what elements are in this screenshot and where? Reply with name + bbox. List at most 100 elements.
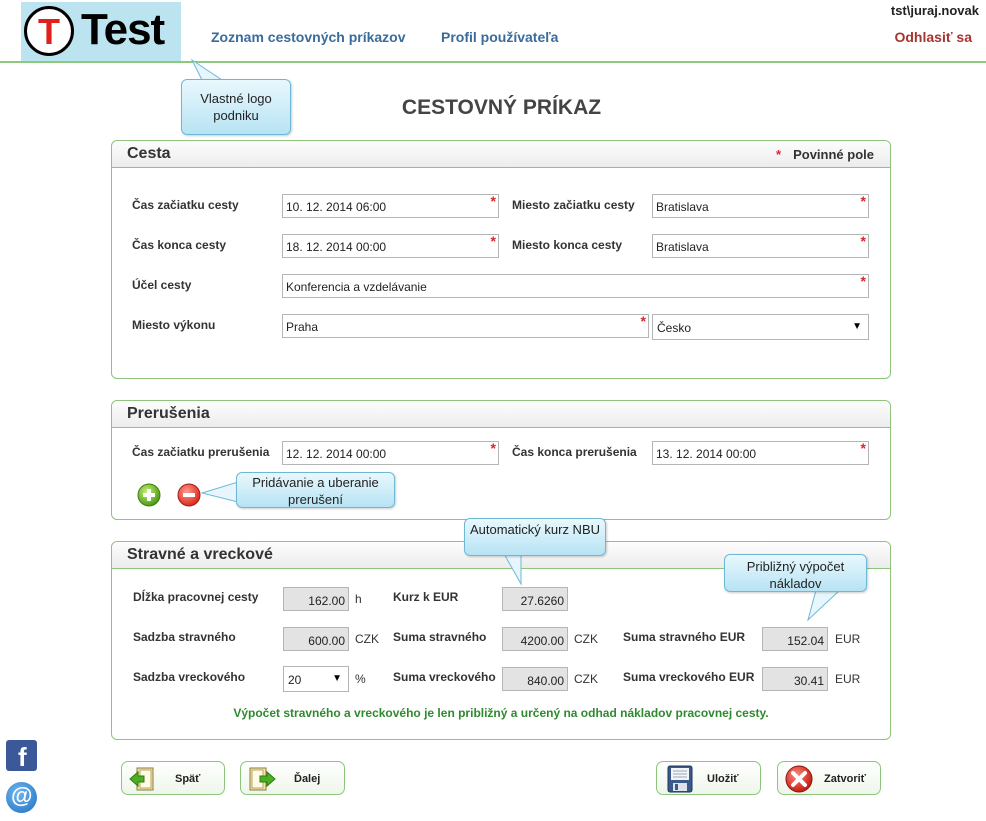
save-button[interactable]: Uložiť [656,761,761,795]
book-next-icon [249,767,276,791]
start-place-input[interactable]: Bratislava * [652,193,869,218]
pocket-sum-label: Suma vreckového [393,670,496,684]
nav-trip-orders[interactable]: Zoznam cestovných príkazov [211,29,406,45]
exchange-rate-label: Kurz k EUR [393,590,459,604]
meal-eur-unit: EUR [835,632,861,646]
required-star: * [860,273,866,289]
facebook-glyph: f [18,742,27,772]
end-time-input[interactable]: 18. 12. 2014 00:00 * [282,233,499,258]
close-button[interactable]: Zatvoriť [777,761,881,795]
start-time-label: Čas začiatku cesty [132,198,239,212]
required-star: * [490,440,496,456]
pocket-rate-value: 20 [288,673,302,687]
meal-rate-label: Sadzba stravného [133,630,236,644]
allowance-note: Výpočet stravného a vreckového je len pr… [233,706,769,720]
required-legend-label: Povinné pole [793,147,874,162]
back-button-label: Späť [175,773,201,785]
allowance-panel-title: Stravné a vreckové [127,546,273,563]
callout-interrupt-pointer [200,481,239,503]
meal-eur-value: 152.04 [762,627,828,651]
country-select[interactable]: Česko ▼ [652,314,869,340]
start-time-input[interactable]: 10. 12. 2014 06:00 * [282,193,499,218]
meal-eur-label: Suma stravného EUR [623,630,746,644]
pocket-rate-select[interactable]: 20 ▼ [283,666,349,692]
required-star: * [490,193,496,209]
meal-sum-unit: CZK [574,632,598,646]
required-legend: * Povinné pole [776,147,874,162]
interruption-start-input[interactable]: 12. 12. 2014 00:00 * [282,440,499,465]
end-place-input[interactable]: Bratislava * [652,233,869,258]
start-place-label: Miesto začiatku cesty [512,198,635,212]
header-divider [0,61,986,63]
required-star: * [860,193,866,209]
end-place-label: Miesto konca cesty [512,238,623,252]
interruptions-panel-header: Prerušenia [112,401,890,428]
required-star: * [490,233,496,249]
end-time-label: Čas konca cesty [132,238,227,252]
floppy-save-icon [667,765,693,793]
required-star: * [860,440,866,456]
page-title: CESTOVNÝ PRÍKAZ [401,96,602,119]
venue-label: Miesto výkonu [132,318,216,332]
meal-sum-label: Suma stravného [393,630,487,644]
dropdown-arrow-icon: ▼ [332,673,342,684]
close-x-icon [785,765,813,793]
pocket-eur-unit: EUR [835,672,861,686]
end-place-value: Bratislava [656,240,709,254]
company-logo: T Test [21,2,181,62]
required-star: * [776,147,782,162]
close-button-label: Zatvoriť [824,773,866,785]
interruption-start-value: 12. 12. 2014 00:00 [286,447,387,461]
venue-input[interactable]: Praha * [282,313,649,338]
interruption-end-input[interactable]: 13. 12. 2014 00:00 * [652,440,869,465]
duration-unit: h [355,592,362,606]
pocket-rate-unit: % [355,672,366,686]
trip-panel: Cesta * Povinné pole Čas začiatku cesty 1… [111,140,891,379]
interruption-end-value: 13. 12. 2014 00:00 [656,447,757,461]
callout-interrupt: Pridávanie a uberanie prerušení [236,472,395,508]
callout-estimate-pointer [807,589,842,622]
country-value: Česko [657,321,692,335]
meal-sum-value: 4200.00 [502,627,568,651]
save-button-label: Uložiť [707,773,739,785]
start-time-value: 10. 12. 2014 06:00 [286,200,387,214]
start-place-value: Bratislava [656,200,709,214]
callout-rate: Automatický kurz NBU [464,518,606,556]
email-icon[interactable]: @ [6,782,37,813]
venue-value: Praha [286,320,319,334]
next-button-label: Ďalej [294,773,321,785]
duration-label: Dĺžka pracovnej cesty [133,590,259,604]
required-star: * [640,313,646,329]
trip-panel-title: Cesta [127,145,171,162]
back-button[interactable]: Späť [121,761,225,795]
meal-rate-unit: CZK [355,632,379,646]
pocket-sum-value: 840.00 [502,667,568,691]
next-button[interactable]: Ďalej [240,761,345,795]
trip-panel-header: Cesta * Povinné pole [112,141,890,168]
current-user: tst\juraj.novak [890,3,979,18]
end-time-value: 18. 12. 2014 00:00 [286,240,387,254]
pocket-eur-value: 30.41 [762,667,828,691]
logo-word: Test [81,5,165,54]
remove-interruption-icon[interactable] [177,483,201,507]
required-star: * [860,233,866,249]
interruption-start-label: Čas začiatku prerušenia [132,445,270,459]
interruptions-panel-title: Prerušenia [127,405,210,422]
book-back-icon [129,767,154,791]
duration-value: 162.00 [283,587,349,611]
pocket-rate-label: Sadzba vreckového [133,670,246,684]
purpose-input[interactable]: Konferencia a vzdelávanie * [282,273,869,298]
dropdown-arrow-icon: ▼ [852,321,862,332]
logo-letter: T [38,11,60,52]
meal-rate-value: 600.00 [283,627,349,651]
nav-user-profile[interactable]: Profil používateľa [441,29,558,45]
interruption-end-label: Čas konca prerušenia [512,445,637,459]
facebook-icon[interactable]: f [6,740,37,772]
pocket-sum-unit: CZK [574,672,598,686]
logout-link[interactable]: Odhlasiť sa [894,29,972,45]
purpose-label: Účel cesty [132,278,192,292]
callout-estimate: Približný výpočet nákladov [724,554,867,592]
purpose-value: Konferencia a vzdelávanie [286,280,427,294]
exchange-rate-value: 27.6260 [502,587,568,611]
add-interruption-icon[interactable] [137,483,161,507]
